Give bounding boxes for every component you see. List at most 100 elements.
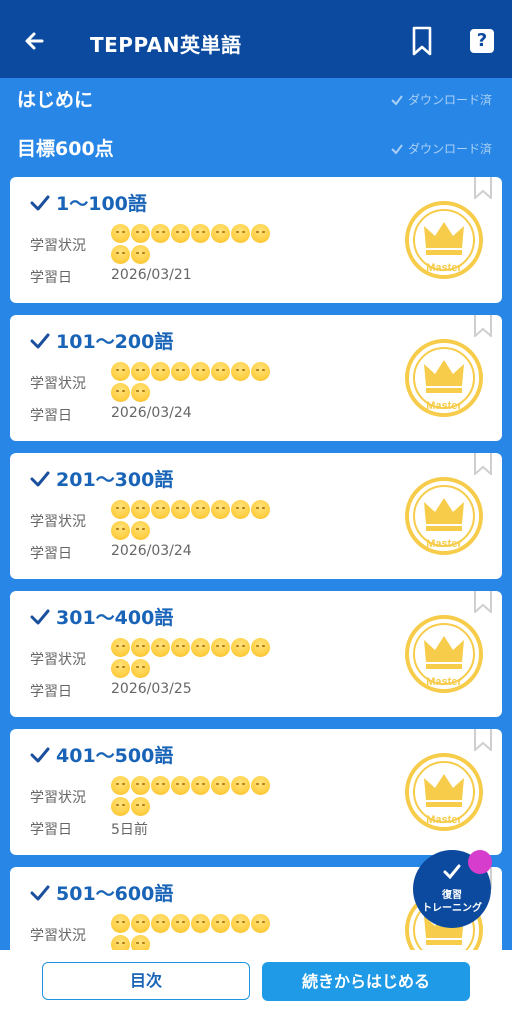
lesson-card[interactable]: 101〜200語 学習状況 学習日 2026/03/24 Master — [10, 315, 502, 441]
progress-face-icon — [251, 362, 270, 381]
card-range: 1〜100語 — [30, 189, 147, 216]
download-status: ダウンロード済 — [390, 140, 492, 157]
card-range-text: 301〜400語 — [56, 607, 174, 629]
toc-button[interactable]: 目次 — [42, 962, 250, 1000]
bookmark-ribbon-icon[interactable] — [474, 315, 492, 337]
progress-face-icon — [231, 500, 250, 519]
progress-face-icon — [131, 638, 150, 657]
date-value: 2026/03/21 — [111, 267, 192, 283]
progress-face-icon — [111, 914, 130, 933]
progress-face-icon — [111, 224, 130, 243]
notification-dot — [468, 850, 492, 874]
continue-button[interactable]: 続きからはじめる — [262, 962, 470, 1001]
progress-face-icon — [211, 500, 230, 519]
back-arrow-icon[interactable] — [20, 26, 50, 56]
master-crown-badge-icon: Master — [405, 201, 483, 279]
progress-face-icon — [151, 362, 170, 381]
bookmark-ribbon-icon[interactable] — [474, 591, 492, 613]
help-icon[interactable]: ? — [470, 29, 494, 53]
progress-face-icon — [111, 383, 130, 402]
bookmark-icon[interactable] — [410, 26, 434, 56]
fab-label-line2: トレーニング — [422, 903, 482, 914]
card-range-text: 401〜500語 — [56, 745, 174, 767]
progress-face-icon — [131, 914, 150, 933]
progress-face-icon — [131, 659, 150, 678]
progress-face-icon — [231, 638, 250, 657]
download-status: ダウンロード済 — [390, 91, 492, 108]
progress-face-icon — [171, 638, 190, 657]
badge-text: Master — [426, 814, 462, 826]
progress-face-icon — [191, 362, 210, 381]
progress-face-icon — [131, 797, 150, 816]
progress-face-icon — [131, 245, 150, 264]
section-label: はじめに — [17, 89, 94, 111]
progress-faces — [111, 638, 281, 678]
progress-face-icon — [191, 638, 210, 657]
progress-face-icon — [251, 914, 270, 933]
progress-face-icon — [231, 362, 250, 381]
date-label: 学習日 — [30, 546, 72, 562]
progress-face-icon — [111, 638, 130, 657]
section-target-600[interactable]: 目標600点 ダウンロード済 — [0, 127, 512, 167]
progress-face-icon — [111, 521, 130, 540]
progress-face-icon — [231, 224, 250, 243]
progress-face-icon — [211, 638, 230, 657]
card-range: 201〜300語 — [30, 465, 173, 492]
progress-face-icon — [211, 362, 230, 381]
master-crown-badge-icon: Master — [405, 477, 483, 555]
progress-face-icon — [151, 224, 170, 243]
section-introduction[interactable]: はじめに ダウンロード済 — [0, 78, 512, 118]
badge-text: Master — [426, 262, 462, 274]
check-icon — [30, 747, 50, 762]
progress-faces — [111, 224, 281, 264]
progress-face-icon — [191, 224, 210, 243]
lesson-card[interactable]: 201〜300語 学習状況 学習日 2026/03/24 Master — [10, 453, 502, 579]
card-range: 101〜200語 — [30, 327, 173, 354]
master-crown-badge-icon: Master — [405, 339, 483, 417]
lesson-card[interactable]: 401〜500語 学習状況 学習日 5日前 Master — [10, 729, 502, 855]
badge-text: Master — [426, 676, 462, 688]
progress-face-icon — [251, 224, 270, 243]
lesson-card[interactable]: 301〜400語 学習状況 学習日 2026/03/25 Master — [10, 591, 502, 717]
progress-face-icon — [111, 776, 130, 795]
progress-face-icon — [111, 245, 130, 264]
date-label: 学習日 — [30, 270, 72, 286]
progress-face-icon — [191, 500, 210, 519]
card-range-text: 201〜300語 — [56, 469, 174, 491]
master-crown-badge-icon: Master — [405, 615, 483, 693]
status-label: 学習状況 — [30, 376, 86, 392]
check-icon — [30, 471, 50, 486]
progress-face-icon — [211, 776, 230, 795]
badge-text: Master — [426, 400, 462, 412]
progress-face-icon — [131, 776, 150, 795]
status-label: 学習状況 — [30, 238, 86, 254]
bookmark-ribbon-icon[interactable] — [474, 729, 492, 751]
review-training-button[interactable]: 復習 トレーニング — [413, 850, 492, 928]
progress-faces — [111, 776, 281, 816]
progress-face-icon — [131, 500, 150, 519]
progress-face-icon — [231, 914, 250, 933]
date-label: 学習日 — [30, 408, 72, 424]
progress-face-icon — [111, 362, 130, 381]
progress-face-icon — [171, 224, 190, 243]
check-icon — [30, 333, 50, 348]
status-label: 学習状況 — [30, 652, 86, 668]
progress-face-icon — [111, 797, 130, 816]
bookmark-ribbon-icon[interactable] — [474, 177, 492, 199]
card-range-text: 501〜600語 — [56, 883, 174, 905]
progress-face-icon — [171, 914, 190, 933]
date-label: 学習日 — [30, 822, 72, 838]
status-label: 学習状況 — [30, 790, 86, 806]
progress-face-icon — [191, 914, 210, 933]
status-label: 学習状況 — [30, 514, 86, 530]
progress-face-icon — [171, 500, 190, 519]
lesson-card[interactable]: 1〜100語 学習状況 学習日 2026/03/21 Master — [10, 177, 502, 303]
bookmark-ribbon-icon[interactable] — [474, 453, 492, 475]
check-icon — [30, 609, 50, 624]
progress-face-icon — [211, 224, 230, 243]
progress-face-icon — [131, 362, 150, 381]
progress-faces — [111, 362, 281, 402]
card-range: 301〜400語 — [30, 603, 173, 630]
progress-face-icon — [191, 776, 210, 795]
progress-face-icon — [131, 383, 150, 402]
